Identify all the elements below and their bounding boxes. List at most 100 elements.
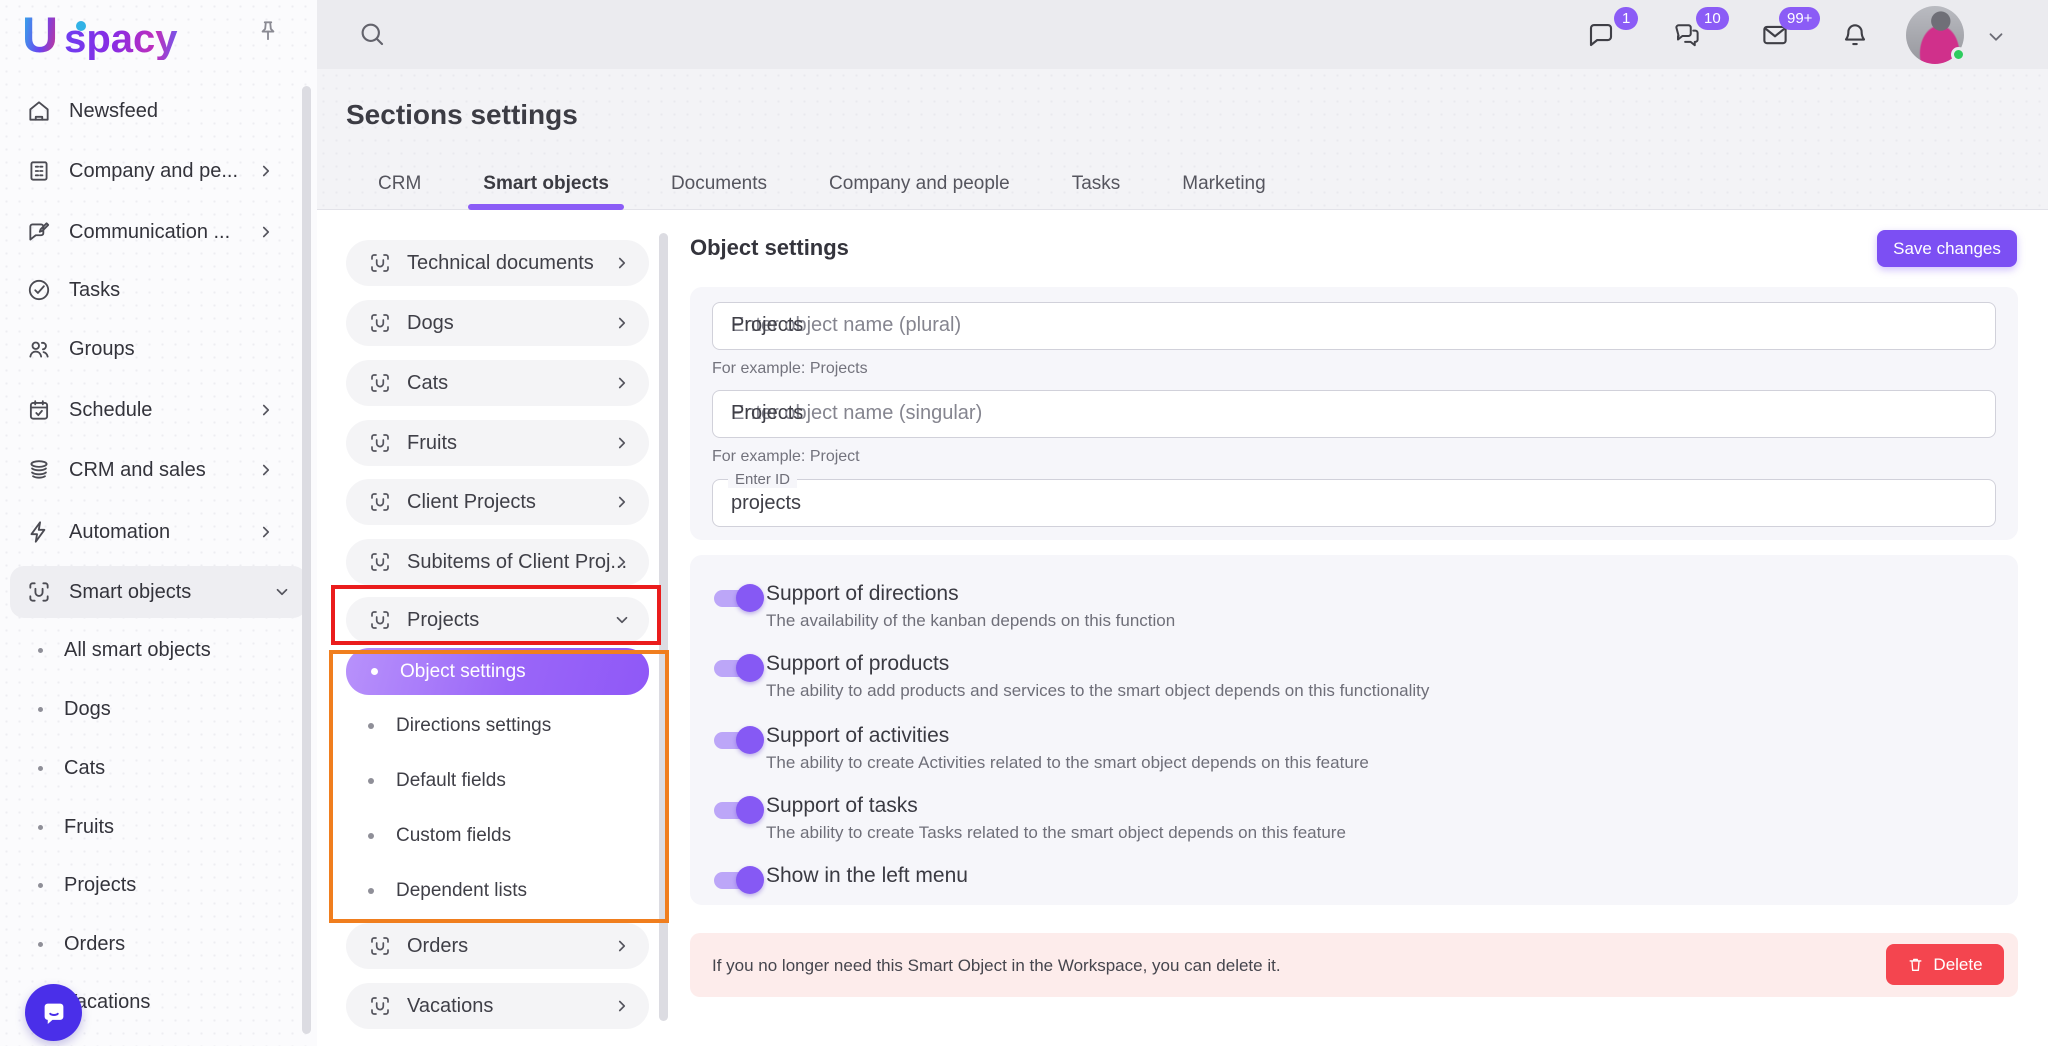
- sidebar-subitem-dogs[interactable]: Dogs: [0, 683, 317, 735]
- chat-launcher-button[interactable]: [25, 984, 82, 1041]
- delete-banner: If you no longer need this Smart Object …: [690, 933, 2018, 997]
- object-item-label: Technical documents: [407, 252, 594, 275]
- delete-button-label: Delete: [1933, 955, 1982, 975]
- bullet-icon: [38, 883, 43, 888]
- stack-icon: [26, 457, 52, 483]
- smart-object-icon: [368, 934, 392, 958]
- sidebar-item-communication[interactable]: Communication ...: [0, 206, 317, 258]
- sidebar-item-schedule[interactable]: Schedule: [0, 384, 317, 436]
- sidebar-item-automation[interactable]: Automation: [0, 506, 317, 558]
- online-status-dot: [1951, 47, 1966, 62]
- object-item-orders[interactable]: Orders: [346, 923, 649, 969]
- sidebar-subitem-cats[interactable]: Cats: [0, 742, 317, 794]
- sidebar-item-label: CRM and sales: [69, 459, 206, 482]
- submenu-item-label: Directions settings: [396, 715, 551, 737]
- chevron-right-icon: [613, 937, 631, 955]
- smart-object-icon: [368, 550, 392, 574]
- toggle-label: Support of directions: [766, 582, 959, 606]
- bullet-icon: [368, 833, 374, 839]
- submenu-item-object-settings[interactable]: Object settings: [346, 648, 649, 695]
- sidebar-item-label: Smart objects: [69, 581, 191, 604]
- object-item-label: Client Projects: [407, 491, 536, 514]
- sidebar-subitem-all-smart-objects[interactable]: All smart objects: [0, 624, 317, 676]
- support-of-directions-toggle[interactable]: [712, 584, 764, 612]
- save-changes-button[interactable]: Save changes: [1877, 230, 2017, 267]
- sidebar-item-newsfeed[interactable]: Newsfeed: [0, 85, 317, 137]
- submenu-item-label: Default fields: [396, 770, 506, 792]
- chevron-right-icon: [257, 223, 275, 241]
- smart-object-icon: [26, 579, 52, 605]
- object-item-cats[interactable]: Cats: [346, 360, 649, 406]
- sidebar-item-label: Tasks: [69, 279, 120, 302]
- smart-object-icon: [368, 994, 392, 1018]
- tab-tasks[interactable]: Tasks: [1057, 159, 1136, 209]
- helper-text-singular: For example: Project: [712, 448, 860, 466]
- chat-pen-icon: [26, 219, 52, 245]
- panel-heading: Object settings: [690, 235, 849, 261]
- sidebar-item-company-and-people[interactable]: Company and pe...: [0, 145, 317, 197]
- show-in-left-menu-toggle[interactable]: [712, 866, 764, 894]
- chat-badge: 1: [1614, 7, 1638, 30]
- enter-id-field[interactable]: projects: [712, 479, 1996, 527]
- sidebar-item-smart-objects[interactable]: Smart objects: [10, 566, 307, 618]
- bullet-icon: [38, 766, 43, 771]
- sidebar-subitem-label: Projects: [64, 874, 136, 897]
- bullet-icon: [368, 888, 374, 894]
- sidebar-item-tasks[interactable]: Tasks: [0, 264, 317, 316]
- page-title: Sections settings: [346, 99, 578, 131]
- object-item-projects[interactable]: Projects: [346, 597, 649, 643]
- submenu-item-default-fields[interactable]: Default fields: [346, 761, 649, 801]
- calendar-check-icon: [26, 397, 52, 423]
- object-item-label: Orders: [407, 935, 468, 958]
- bullet-icon: [38, 648, 43, 653]
- sidebar-item-label: Groups: [69, 338, 135, 361]
- field-value: Projects: [731, 314, 803, 337]
- object-name-singular-field[interactable]: Enter object name (singular) Projects: [712, 390, 1996, 438]
- uspacy-logo[interactable]: U spacy: [22, 10, 178, 60]
- chat-icon[interactable]: [1586, 20, 1616, 50]
- tab-marketing[interactable]: Marketing: [1167, 159, 1280, 209]
- support-of-tasks-toggle[interactable]: [712, 796, 764, 824]
- sidebar-subitem-label: All smart objects: [64, 639, 211, 662]
- chevron-right-icon: [257, 401, 275, 419]
- tab-company-and-people[interactable]: Company and people: [814, 159, 1025, 209]
- object-item-client-projects[interactable]: Client Projects: [346, 479, 649, 525]
- sidebar-item-crm-and-sales[interactable]: CRM and sales: [0, 444, 317, 496]
- sidebar-item-label: Automation: [69, 521, 170, 544]
- delete-button[interactable]: Delete: [1886, 944, 2004, 985]
- object-name-plural-field[interactable]: Enter object name (plural) Projects: [712, 302, 1996, 350]
- tab-smart-objects[interactable]: Smart objects: [468, 159, 624, 209]
- submenu-item-directions-settings[interactable]: Directions settings: [346, 706, 649, 746]
- sidebar-subitem-projects[interactable]: Projects: [0, 859, 317, 911]
- object-item-subitems-of-client-projects[interactable]: Subitems of Client Proj...: [346, 539, 649, 585]
- sidebar-subitem-fruits[interactable]: Fruits: [0, 801, 317, 853]
- mail-badge: 99+: [1779, 7, 1820, 30]
- object-item-dogs[interactable]: Dogs: [346, 300, 649, 346]
- sidebar-item-label: Communication ...: [69, 221, 230, 244]
- support-of-activities-toggle[interactable]: [712, 726, 764, 754]
- sidebar-item-groups[interactable]: Groups: [0, 323, 317, 375]
- support-of-products-toggle[interactable]: [712, 654, 764, 682]
- object-item-vacations[interactable]: Vacations: [346, 983, 649, 1029]
- pin-sidebar-icon[interactable]: [255, 18, 281, 44]
- tab-documents[interactable]: Documents: [656, 159, 782, 209]
- submenu-item-dependent-lists[interactable]: Dependent lists: [346, 871, 649, 911]
- smart-object-icon: [368, 251, 392, 275]
- sidebar-scrollbar[interactable]: [302, 86, 311, 1034]
- bell-icon[interactable]: [1840, 20, 1870, 50]
- object-item-fruits[interactable]: Fruits: [346, 420, 649, 466]
- sidebar-subitem-orders[interactable]: Orders: [0, 918, 317, 970]
- search-icon[interactable]: [357, 19, 387, 49]
- group-chat-badge: 10: [1696, 7, 1729, 30]
- top-header-bar: 1 10 99+: [317, 0, 2048, 69]
- profile-chevron-down-icon[interactable]: [1985, 26, 2007, 48]
- page-subheader: Sections settings CRM Smart objects Docu…: [317, 69, 2048, 210]
- object-item-technical-documents[interactable]: Technical documents: [346, 240, 649, 286]
- object-list-scrollbar[interactable]: [659, 233, 668, 1021]
- submenu-item-custom-fields[interactable]: Custom fields: [346, 816, 649, 856]
- sidebar-item-label: Newsfeed: [69, 100, 158, 123]
- sidebar-item-label: Company and pe...: [69, 160, 238, 183]
- tab-crm[interactable]: CRM: [363, 159, 436, 209]
- enter-id-label: Enter ID: [728, 471, 797, 488]
- chevron-right-icon: [613, 553, 631, 571]
